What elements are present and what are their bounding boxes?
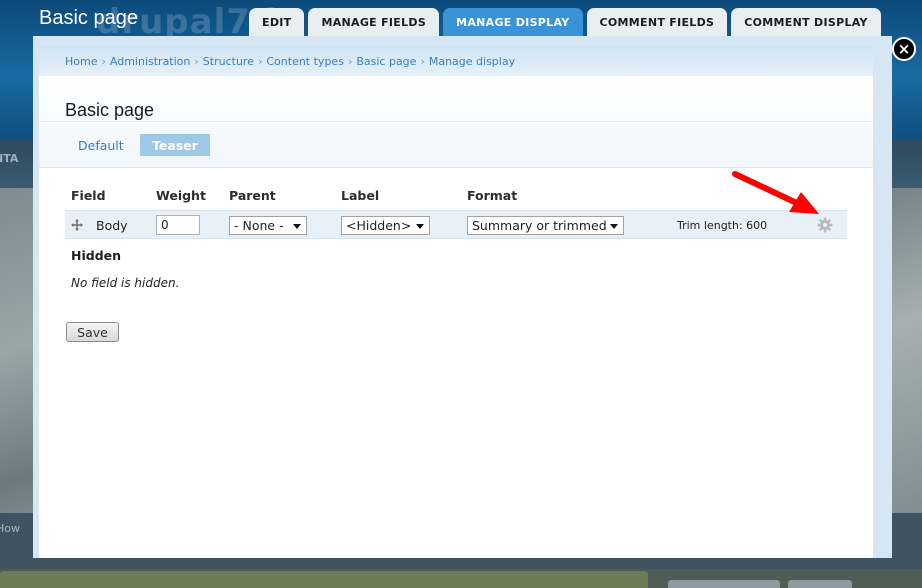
overlay-dialog: Home › Administration › Structure › Cont… xyxy=(39,46,873,558)
parent-select-value: - None - xyxy=(234,218,284,233)
background-nav-text: NTA xyxy=(0,152,19,165)
parent-select[interactable]: - None - xyxy=(229,216,307,235)
subtab-default[interactable]: Default xyxy=(66,134,136,156)
close-icon: × xyxy=(897,39,911,58)
chevron-down-icon xyxy=(610,224,618,229)
column-header-parent: Parent xyxy=(229,188,276,203)
tab-label: COMMENT DISPLAY xyxy=(744,15,868,29)
column-header-format: Format xyxy=(467,188,518,203)
breadcrumb-separator: › xyxy=(347,54,353,68)
background-bottom-box xyxy=(788,580,852,588)
tab-manage-fields[interactable]: MANAGE FIELDS xyxy=(308,8,440,36)
tab-label: COMMENT FIELDS xyxy=(599,15,715,29)
save-button[interactable]: Save xyxy=(66,322,119,342)
hidden-section-empty-text: No field is hidden. xyxy=(71,276,180,290)
breadcrumb-content-types[interactable]: Content types xyxy=(266,55,344,68)
annotation-arrow-icon xyxy=(732,171,819,214)
tab-manage-display[interactable]: MANAGE DISPLAY xyxy=(443,8,583,36)
breadcrumb-manage-display[interactable]: Manage display xyxy=(429,55,515,68)
hidden-section-heading: Hidden xyxy=(71,248,122,263)
tab-comment-fields[interactable]: COMMENT FIELDS xyxy=(586,8,728,36)
close-overlay-button[interactable]: × xyxy=(892,37,916,61)
column-header-field: Field xyxy=(71,188,106,203)
breadcrumb-home[interactable]: Home xyxy=(65,55,97,68)
tab-label: MANAGE DISPLAY xyxy=(456,15,570,29)
breadcrumb-basic-page[interactable]: Basic page xyxy=(356,55,416,68)
breadcrumb-separator: › xyxy=(420,54,425,68)
column-header-weight: Weight xyxy=(156,188,206,203)
label-select-value: <Hidden> xyxy=(346,218,412,233)
chevron-down-icon xyxy=(416,224,424,229)
breadcrumb-separator: › xyxy=(194,54,199,68)
breadcrumb-structure[interactable]: Structure xyxy=(203,55,254,68)
breadcrumb: Home › Administration › Structure › Cont… xyxy=(39,46,873,76)
format-select-value: Summary or trimmed xyxy=(472,218,607,233)
breadcrumb-administration[interactable]: Administration xyxy=(110,55,191,68)
overlay-title: Basic page xyxy=(39,7,138,29)
weight-input[interactable] xyxy=(156,215,200,235)
breadcrumb-separator: › xyxy=(257,54,263,68)
chevron-down-icon xyxy=(293,224,301,229)
header-divider xyxy=(39,121,873,122)
background-footer-text: How xyxy=(0,522,20,535)
page-header: Basic page Default Teaser xyxy=(39,76,873,168)
tab-label: MANAGE FIELDS xyxy=(321,15,427,29)
drag-handle-icon[interactable] xyxy=(71,219,83,231)
page-title: Basic page xyxy=(65,100,155,120)
overlay-tabs: EDIT MANAGE FIELDS MANAGE DISPLAY COMMEN… xyxy=(249,8,881,36)
tab-edit[interactable]: EDIT xyxy=(249,8,305,36)
background-bottom-box xyxy=(668,580,780,588)
label-select[interactable]: <Hidden> xyxy=(341,216,430,235)
tab-comment-display[interactable]: COMMENT DISPLAY xyxy=(731,8,881,36)
field-name: Body xyxy=(96,218,128,233)
subtab-teaser[interactable]: Teaser xyxy=(140,134,210,156)
format-select[interactable]: Summary or trimmed xyxy=(467,216,624,235)
format-summary: Trim length: 600 xyxy=(677,219,768,232)
column-header-label: Label xyxy=(341,188,380,203)
background-bottom-panel xyxy=(0,571,648,588)
tab-label: EDIT xyxy=(262,15,292,29)
breadcrumb-separator: › xyxy=(101,54,106,68)
